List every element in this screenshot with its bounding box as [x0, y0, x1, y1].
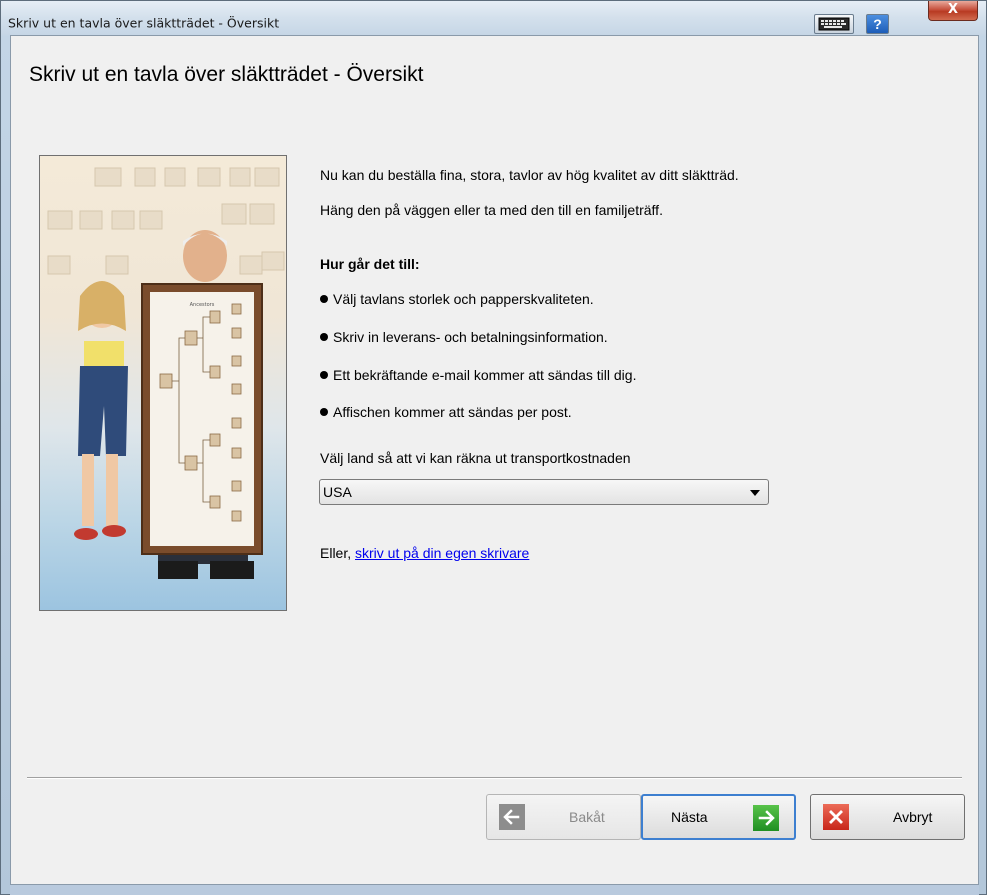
poster-illustration: Ancestors [47, 167, 285, 579]
help-button[interactable]: ? [866, 14, 889, 34]
step-item: Välj tavlans storlek och papperskvalitet… [320, 291, 594, 307]
step-text: Ett bekräftande e-mail kommer att sändas… [333, 367, 637, 383]
step-text: Välj tavlans storlek och papperskvalitet… [333, 291, 594, 307]
next-button[interactable]: Nästa [641, 794, 796, 840]
alternative-prefix: Eller, [320, 545, 356, 561]
svg-text:Ancestors: Ancestors [190, 302, 215, 308]
title-bar: Skriv ut en tavla över släktträdet - Öve… [1, 1, 986, 35]
bullet-icon [320, 295, 328, 303]
close-button[interactable]: X [928, 1, 978, 21]
family-tree-poster-image: Ancestors [39, 155, 287, 611]
alternative-line: Eller, skriv ut på din egen skrivare [320, 545, 529, 561]
page-title: Skriv ut en tavla över släktträdet - Öve… [29, 63, 424, 86]
step-item: Ett bekräftande e-mail kommer att sändas… [320, 367, 636, 383]
country-select[interactable]: USA [319, 479, 769, 505]
dialog-window: Skriv ut en tavla över släktträdet - Öve… [0, 0, 987, 895]
cancel-button[interactable]: Avbryt [810, 794, 965, 840]
step-item: Affischen kommer att sändas per post. [320, 404, 572, 420]
country-selected-value: USA [323, 484, 352, 500]
window-title: Skriv ut en tavla över släktträdet - Öve… [8, 15, 280, 31]
bullet-icon [320, 333, 328, 341]
bullet-icon [320, 408, 328, 416]
intro-line-2: Häng den på väggen eller ta med den till… [320, 202, 663, 218]
back-arrow-icon [499, 804, 525, 830]
back-button[interactable]: Bakåt [486, 794, 641, 840]
intro-line-1: Nu kan du beställa fina, stora, tavlor a… [320, 167, 739, 183]
step-text: Skriv in leverans- och betalningsinforma… [333, 329, 608, 345]
keyboard-icon [818, 17, 850, 31]
close-icon: X [947, 2, 959, 17]
cancel-button-label: Avbryt [893, 809, 933, 825]
footer-divider [27, 777, 962, 779]
step-text: Affischen kommer att sändas per post. [333, 404, 572, 420]
dropdown-arrow-icon [750, 490, 760, 496]
next-button-label: Nästa [671, 809, 708, 825]
print-yourself-link[interactable]: skriv ut på din egen skrivare [355, 545, 529, 561]
window-bottom-edge [10, 885, 979, 895]
country-label: Välj land så att vi kan räkna ut transpo… [320, 450, 631, 466]
next-arrow-icon [753, 805, 779, 831]
help-icon: ? [873, 16, 882, 32]
how-heading: Hur går det till: [320, 256, 420, 272]
keyboard-button[interactable] [814, 14, 854, 34]
cancel-x-icon [823, 804, 849, 830]
step-item: Skriv in leverans- och betalningsinforma… [320, 329, 608, 345]
bullet-icon [320, 371, 328, 379]
back-button-label: Bakåt [569, 809, 605, 825]
